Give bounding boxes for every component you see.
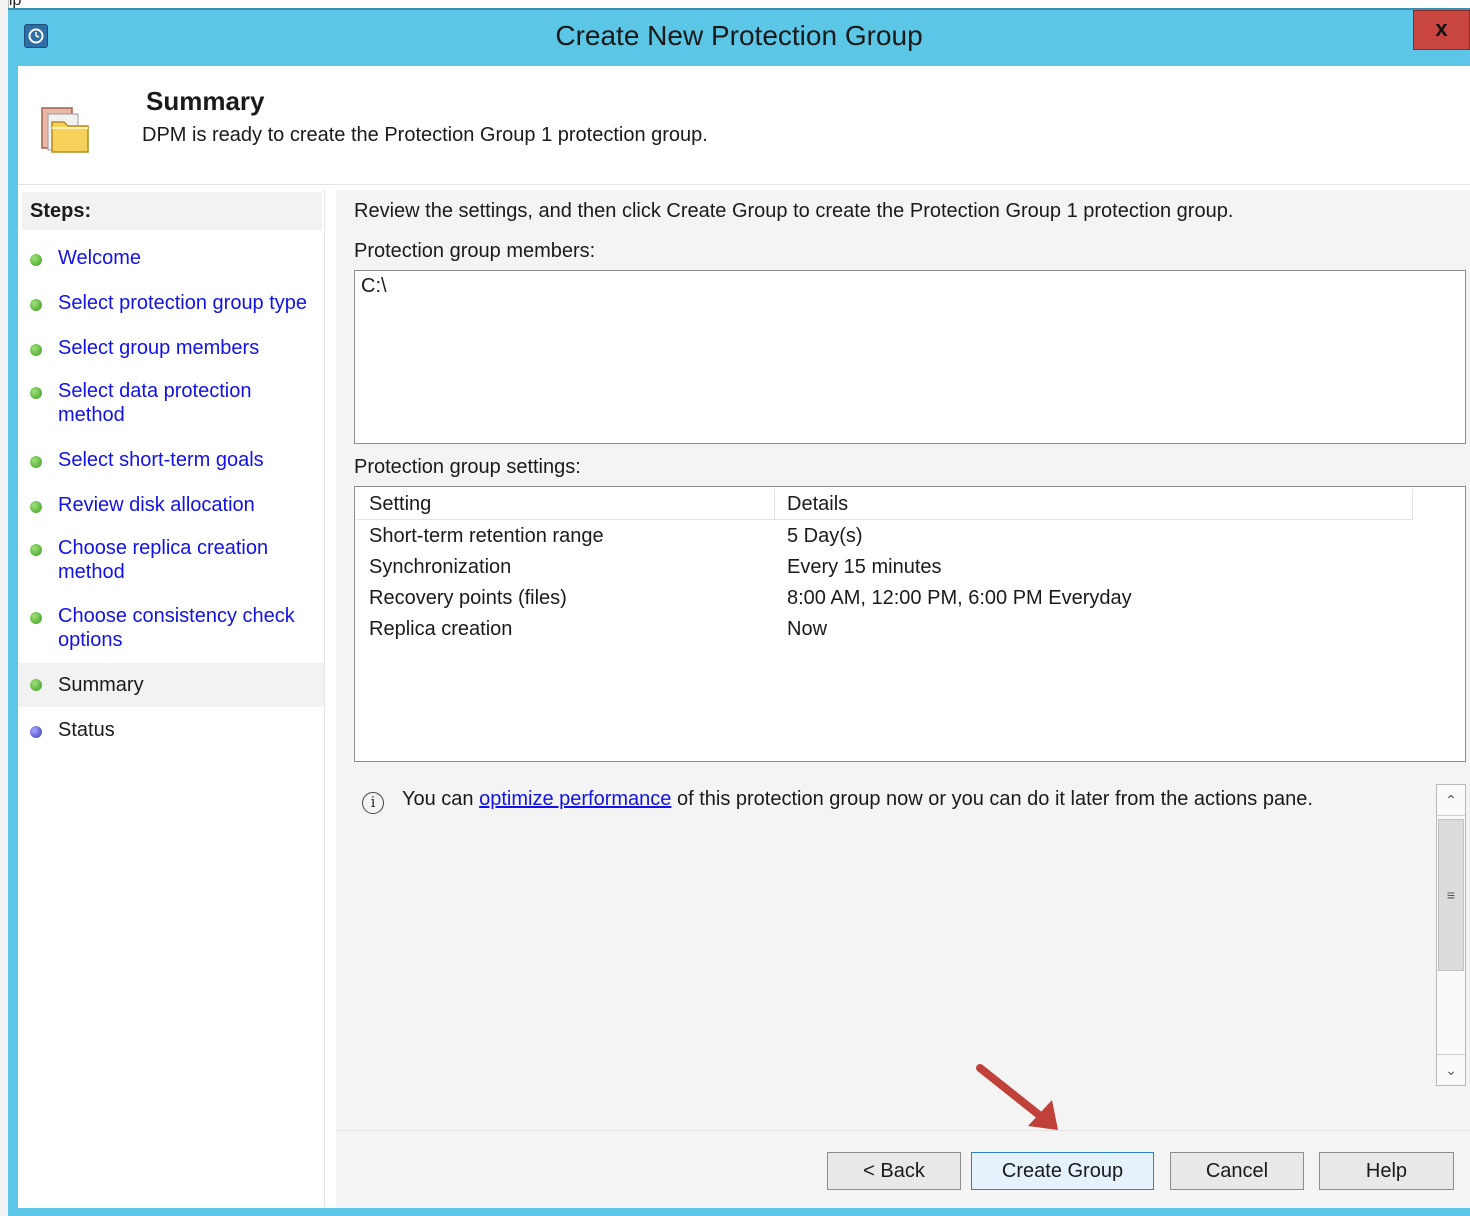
status-dot-icon [30, 254, 42, 266]
status-dot-icon [30, 544, 42, 556]
vertical-scrollbar[interactable]: ⌃ ≡ ⌄ [1436, 784, 1466, 1086]
step-status: Status [18, 710, 324, 754]
step-label: Select group members [58, 337, 260, 359]
table-row[interactable]: Synchronization Every 15 minutes [357, 552, 1413, 583]
members-label: Protection group members: [354, 240, 596, 262]
status-dot-icon [30, 501, 42, 513]
status-dot-icon [30, 299, 42, 311]
cell-details: Now [787, 618, 828, 640]
cancel-button[interactable]: Cancel [1170, 1152, 1304, 1190]
status-dot-icon [30, 679, 42, 691]
status-dot-icon [30, 456, 42, 468]
page-title: Summary [146, 86, 265, 116]
back-button[interactable]: < Back [827, 1152, 961, 1190]
info-text: You can optimize performance of this pro… [402, 788, 1313, 811]
info-panel: i You can optimize performance of this p… [354, 784, 1466, 1088]
cell-details: 8:00 AM, 12:00 PM, 6:00 PM Everyday [787, 587, 1132, 609]
cell-setting: Short-term retention range [369, 525, 604, 547]
step-label: Status [58, 719, 115, 741]
instruction-text: Review the settings, and then click Crea… [354, 200, 1234, 222]
header-divider [18, 184, 1470, 185]
window-title: Create New Protection Group [555, 20, 923, 51]
step-select-protection-group-type[interactable]: Select protection group type [18, 283, 324, 327]
page-header: Summary DPM is ready to create the Prote… [18, 66, 1470, 184]
step-choose-replica-creation-method[interactable]: Choose replica creation method [18, 530, 324, 588]
dialog-client: Summary DPM is ready to create the Prote… [18, 66, 1470, 1208]
table-row[interactable]: Short-term retention range 5 Day(s) [357, 521, 1413, 552]
cell-details: Every 15 minutes [787, 556, 942, 578]
step-label: Review disk allocation [58, 494, 255, 516]
red-arrow-icon [976, 1064, 1058, 1130]
scroll-thumb[interactable]: ≡ [1438, 819, 1464, 971]
steps-title: Steps: [22, 192, 322, 230]
step-label: Select short-term goals [58, 449, 264, 471]
step-label: Choose replica creation method [58, 537, 269, 583]
status-dot-icon [30, 387, 42, 399]
table-row[interactable]: Recovery points (files) 8:00 AM, 12:00 P… [357, 583, 1413, 614]
cell-setting: Synchronization [369, 556, 512, 578]
scroll-down-icon[interactable]: ⌄ [1437, 1054, 1465, 1085]
cell-setting: Recovery points (files) [369, 587, 567, 609]
step-select-short-term-goals[interactable]: Select short-term goals [18, 440, 324, 484]
scroll-up-icon[interactable]: ⌃ [1437, 785, 1465, 816]
titlebar[interactable]: Create New Protection Group x [8, 8, 1470, 66]
settings-table[interactable]: Setting Details Short-term retention ran… [354, 486, 1466, 762]
create-group-button[interactable]: Create Group [971, 1152, 1154, 1190]
info-prefix: You can [402, 788, 480, 810]
main-panel: Review the settings, and then click Crea… [336, 190, 1470, 1208]
close-button[interactable]: x [1413, 10, 1470, 50]
info-icon: i [362, 792, 384, 814]
dialog-window: Create New Protection Group x Summary DP… [8, 8, 1470, 1216]
step-label: Welcome [58, 247, 141, 269]
table-header: Setting Details [357, 489, 1413, 520]
step-select-data-protection-method[interactable]: Select data protection method [18, 373, 324, 431]
status-dot-icon [30, 612, 42, 624]
step-choose-consistency-check-options[interactable]: Choose consistency check options [18, 598, 324, 656]
info-suffix: of this protection group now or you can … [671, 788, 1313, 810]
page-subtitle: DPM is ready to create the Protection Gr… [142, 124, 708, 146]
footer-divider [336, 1130, 1470, 1131]
status-dot-icon [30, 726, 42, 738]
members-list[interactable]: C:\ [354, 270, 1466, 444]
step-review-disk-allocation[interactable]: Review disk allocation [18, 485, 324, 529]
step-summary[interactable]: Summary [18, 663, 324, 707]
step-label: Summary [58, 674, 144, 696]
cell-details: 5 Day(s) [787, 525, 863, 547]
step-select-group-members[interactable]: Select group members [18, 328, 324, 372]
table-row[interactable]: Replica creation Now [357, 614, 1413, 645]
folder-icon [41, 107, 89, 153]
settings-label: Protection group settings: [354, 456, 581, 478]
step-label: Select data protection method [58, 380, 252, 426]
column-header-details[interactable]: Details [775, 489, 1413, 519]
cell-setting: Replica creation [369, 618, 513, 640]
steps-panel: Steps: Welcome Select protection group t… [18, 190, 325, 1208]
step-welcome[interactable]: Welcome [18, 238, 324, 282]
status-dot-icon [30, 344, 42, 356]
step-label: Select protection group type [58, 292, 308, 314]
optimize-performance-link[interactable]: optimize performance [479, 788, 671, 810]
help-button[interactable]: Help [1319, 1152, 1454, 1190]
column-header-setting[interactable]: Setting [357, 489, 775, 519]
list-item[interactable]: C:\ [361, 275, 387, 298]
step-label: Choose consistency check options [58, 605, 295, 651]
